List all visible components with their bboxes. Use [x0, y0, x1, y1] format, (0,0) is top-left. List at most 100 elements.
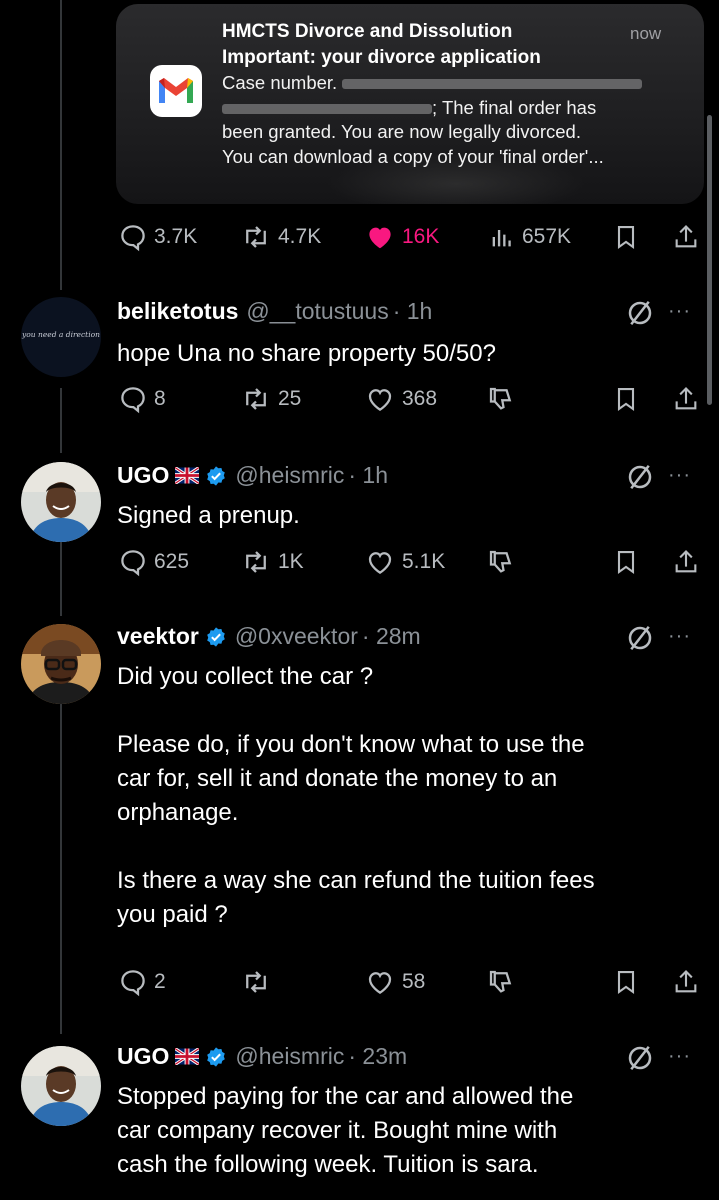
share-button[interactable]: [672, 967, 700, 997]
notification-screenshot[interactable]: HMCTS Divorce and Dissolution now Import…: [116, 4, 704, 204]
gmail-icon: [150, 65, 202, 117]
heart-filled-icon: [369, 227, 391, 249]
repost-button[interactable]: 25: [240, 384, 301, 414]
grok-icon[interactable]: [624, 462, 656, 497]
more-options-icon[interactable]: ···: [668, 625, 691, 648]
post-time: · 1h: [348, 462, 389, 488]
repost-icon: [246, 551, 266, 573]
reply-count: 625: [154, 550, 190, 573]
tweet-line: Signed a prenup.: [117, 502, 300, 529]
verified-badge-icon: [207, 465, 226, 486]
avatar[interactable]: [21, 1046, 101, 1126]
share-icon: [675, 550, 697, 573]
tweet-line: cash the following week. Tuition is sara…: [117, 1151, 539, 1178]
repost-count: 25: [278, 387, 302, 410]
case-number-label: Case number.: [222, 72, 338, 93]
like-count: 58: [402, 970, 426, 993]
dislike-button[interactable]: [486, 967, 516, 997]
scrollbar[interactable]: [707, 115, 712, 405]
tweet-line: you paid ?: [117, 901, 228, 928]
repost-button[interactable]: [240, 967, 272, 997]
views-icon: [492, 230, 511, 247]
bookmark-button[interactable]: [612, 967, 640, 997]
avatar[interactable]: [21, 462, 101, 542]
redaction-bar: [222, 103, 432, 114]
thumbs-down-icon: [489, 970, 512, 993]
repost-button[interactable]: 4.7K: [240, 222, 321, 252]
grok-icon[interactable]: [624, 623, 656, 658]
bookmark-button[interactable]: [612, 384, 640, 414]
reply-icon: [121, 387, 145, 414]
grok-icon[interactable]: [624, 298, 656, 333]
user-handle[interactable]: @heismric: [235, 462, 344, 489]
heart-icon: [368, 389, 392, 411]
grok-icon[interactable]: [624, 1043, 656, 1078]
tweet-text: hope Una no share property 50/50?: [117, 337, 697, 371]
repost-icon: [246, 971, 266, 993]
bookmark-icon: [617, 971, 635, 994]
notification-time: now: [630, 24, 662, 43]
more-options-icon[interactable]: ···: [668, 1045, 691, 1068]
heart-icon: [368, 552, 392, 574]
reply-icon: [121, 225, 145, 252]
verified-badge-icon: [207, 1046, 226, 1067]
tweet-line: Please do, if you don't know what to use…: [117, 731, 585, 758]
bookmark-button[interactable]: [612, 547, 640, 577]
reply-button[interactable]: 625: [118, 547, 189, 577]
bookmark-button[interactable]: [612, 222, 640, 252]
verified-badge-icon: [207, 626, 225, 647]
thread-line: [60, 388, 62, 453]
tweet-line: Is there a way she can refund the tuitio…: [117, 867, 595, 894]
user-handle[interactable]: @heismric: [235, 1043, 344, 1070]
like-count: 5.1K: [402, 550, 446, 573]
share-button[interactable]: [672, 547, 700, 577]
display-name[interactable]: beliketotus: [117, 298, 238, 325]
user-name-row[interactable]: UGO @heismric · 1h: [117, 462, 388, 489]
repost-icon: [246, 388, 266, 410]
user-name-row[interactable]: veektor @0xveektor · 28m: [117, 623, 421, 650]
views-button[interactable]: 657K: [488, 222, 571, 252]
share-button[interactable]: [672, 222, 700, 252]
avatar-caption: you need a direction: [22, 330, 100, 339]
more-options-icon[interactable]: ···: [668, 300, 691, 323]
display-name[interactable]: UGO: [117, 462, 169, 489]
more-options-icon[interactable]: ···: [668, 464, 691, 487]
avatar[interactable]: [21, 624, 101, 704]
tweet-line: car for, sell it and donate the money to…: [117, 765, 558, 792]
reply-count: 3.7K: [154, 225, 198, 248]
heart-icon: [368, 972, 392, 994]
display-name[interactable]: UGO: [117, 1043, 169, 1070]
post-time: · 1h: [392, 298, 433, 324]
user-name-row[interactable]: UGO @heismric · 23m: [117, 1043, 407, 1070]
notification-title: HMCTS Divorce and Dissolution: [222, 21, 513, 42]
thumbs-down-icon: [489, 387, 512, 410]
repost-icon: [246, 226, 266, 248]
reply-button[interactable]: 2: [118, 967, 166, 997]
reply-count: 2: [154, 970, 166, 993]
notification-body: Case number. ; The final order has been …: [222, 71, 692, 169]
reply-button[interactable]: 3.7K: [118, 222, 197, 252]
like-button[interactable]: 16K: [364, 222, 439, 252]
share-button[interactable]: [672, 384, 700, 414]
reply-button[interactable]: 8: [118, 384, 166, 414]
dislike-button[interactable]: [486, 384, 516, 414]
like-count: 368: [402, 387, 438, 410]
dislike-button[interactable]: [486, 547, 516, 577]
tweet-line: Stopped paying for the car and allowed t…: [117, 1083, 574, 1110]
views-count: 657K: [522, 225, 572, 248]
repost-button[interactable]: 1K: [240, 547, 304, 577]
notification-body-line: You can download a copy of your 'final o…: [222, 145, 604, 167]
user-handle[interactable]: @0xveektor: [235, 623, 358, 650]
user-name-row[interactable]: beliketotus @__totustuus · 1h: [117, 298, 432, 325]
user-handle[interactable]: @__totustuus: [246, 298, 388, 325]
tweet-text: Stopped paying for the car and allowed t…: [117, 1080, 697, 1182]
uk-flag-icon: [175, 1048, 200, 1065]
like-button[interactable]: 5.1K: [364, 547, 445, 577]
avatar[interactable]: you need a direction: [21, 297, 101, 377]
like-button[interactable]: 368: [364, 384, 437, 414]
tweet-line: car company recover it. Bought mine with: [117, 1117, 558, 1144]
display-name[interactable]: veektor: [117, 623, 199, 650]
like-button[interactable]: 58: [364, 967, 425, 997]
tweet-text: Did you collect the car ? Please do, if …: [117, 660, 697, 932]
reply-icon: [121, 550, 145, 577]
